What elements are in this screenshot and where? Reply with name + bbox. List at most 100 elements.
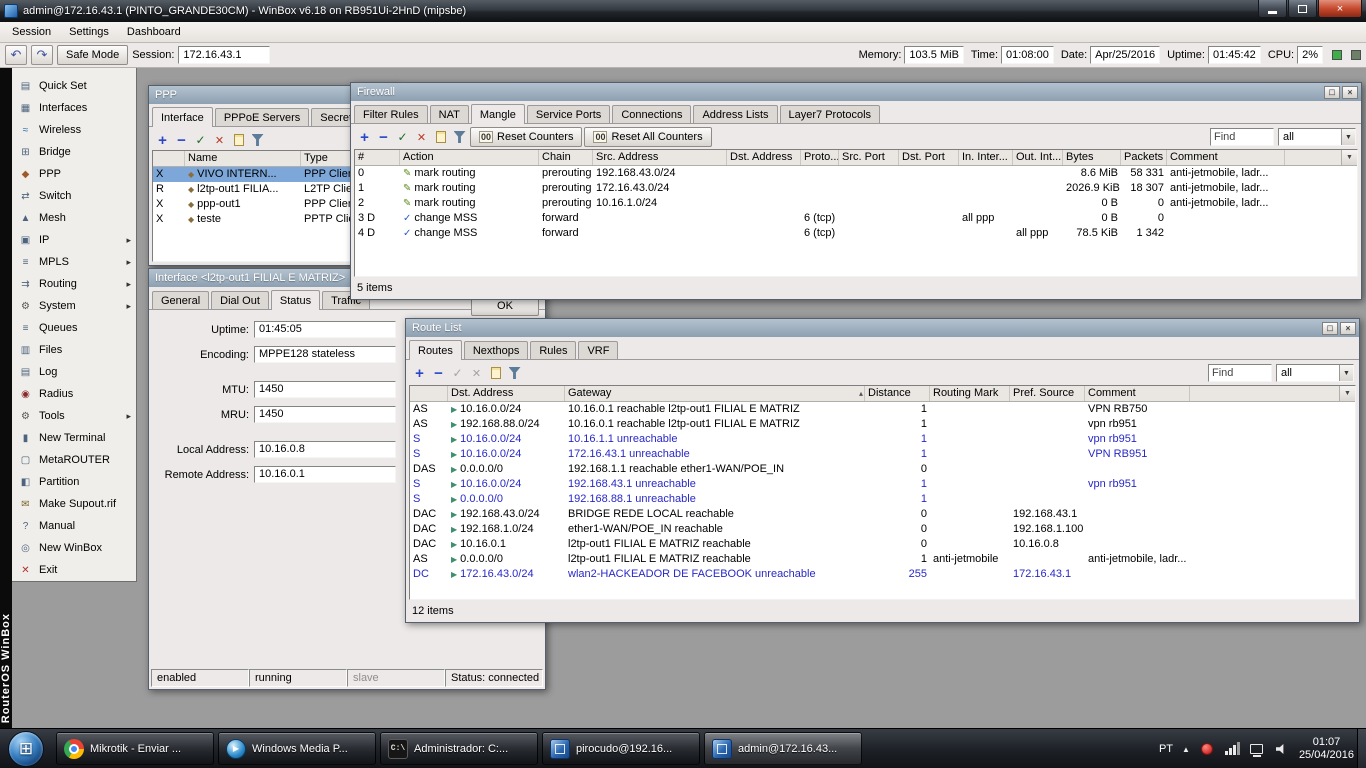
add-button[interactable]: + xyxy=(411,364,428,382)
firewall-col-comment[interactable]: Comment xyxy=(1167,150,1285,165)
restore-icon[interactable]: □ xyxy=(1324,86,1340,99)
safe-mode-button[interactable]: Safe Mode xyxy=(57,45,128,65)
route-col-pref-source[interactable]: Pref. Source xyxy=(1010,386,1085,401)
sidebar-item-mpls[interactable]: ≡MPLS▸ xyxy=(12,251,136,273)
filter-button[interactable] xyxy=(451,128,468,146)
taskbar-button-windows-media-p[interactable]: ▶Windows Media P... xyxy=(218,732,376,765)
sidebar-item-make-supout-rif[interactable]: ✉Make Supout.rif xyxy=(12,493,136,515)
disable-button[interactable]: ✕ xyxy=(211,131,228,149)
sidebar-item-partition[interactable]: ◧Partition xyxy=(12,471,136,493)
sidebar-item-manual[interactable]: ?Manual xyxy=(12,515,136,537)
comment-button[interactable] xyxy=(432,128,449,146)
minimize-button[interactable] xyxy=(1258,0,1287,18)
dropdown-icon[interactable]: ▼ xyxy=(1341,129,1355,145)
route-col-dst-address[interactable]: Dst. Address xyxy=(448,386,565,401)
taskbar-button-administrador-c[interactable]: C:\Administrador: C:... xyxy=(380,732,538,765)
route-row[interactable]: DAC▶192.168.1.0/24ether1-WAN/POE_IN reac… xyxy=(410,522,1355,537)
filter-button[interactable] xyxy=(506,364,523,382)
menu-item-dashboard[interactable]: Dashboard xyxy=(118,24,190,40)
interface-tab-general[interactable]: General xyxy=(152,291,209,309)
reset-counters-button[interactable]: 00 Reset Counters xyxy=(470,127,582,147)
firewall-col-bytes[interactable]: Bytes xyxy=(1063,150,1121,165)
tray-expand-icon[interactable]: ▲ xyxy=(1182,745,1190,754)
route-tab-rules[interactable]: Rules xyxy=(530,341,576,359)
remove-button[interactable]: − xyxy=(173,131,190,149)
enable-button[interactable]: ✓ xyxy=(192,131,209,149)
volume-icon[interactable] xyxy=(1274,741,1290,757)
route-row[interactable]: AS▶0.0.0.0/0l2tp-out1 FILIAL E MATRIZ re… xyxy=(410,552,1355,567)
enable-button[interactable]: ✓ xyxy=(394,128,411,146)
route-row[interactable]: DAS▶0.0.0.0/0192.168.1.1 reachable ether… xyxy=(410,462,1355,477)
firewall-rule-row[interactable]: 4 D✓change MSSforward6 (tcp)all ppp78.5 … xyxy=(355,226,1357,241)
ppp-tab-interface[interactable]: Interface xyxy=(152,107,213,127)
comment-button[interactable] xyxy=(230,131,247,149)
menu-item-session[interactable]: Session xyxy=(3,24,60,40)
language-indicator[interactable]: PT xyxy=(1159,743,1173,755)
notification-app-icon[interactable] xyxy=(1199,741,1215,757)
sidebar-item-bridge[interactable]: ⊞Bridge xyxy=(12,141,136,163)
sidebar-item-new-terminal[interactable]: ▮New Terminal xyxy=(12,427,136,449)
route-row[interactable]: S▶10.16.0.0/2410.16.1.1 unreachable1vpn … xyxy=(410,432,1355,447)
undo-button[interactable]: ↶ xyxy=(5,45,27,65)
firewall-tab-service-ports[interactable]: Service Ports xyxy=(527,105,610,123)
firewall-rule-row[interactable]: 3 D✓change MSSforward6 (tcp)all ppp0 B0 xyxy=(355,211,1357,226)
firewall-col-dst-port[interactable]: Dst. Port xyxy=(899,150,959,165)
restore-icon[interactable]: □ xyxy=(1322,322,1338,335)
firewall-col-out-int[interactable]: Out. Int... xyxy=(1013,150,1063,165)
disable-button[interactable]: ✕ xyxy=(413,128,430,146)
firewall-col-dst-address[interactable]: Dst. Address xyxy=(727,150,801,165)
sidebar-item-ip[interactable]: ▣IP▸ xyxy=(12,229,136,251)
reset-all-counters-button[interactable]: 00 Reset All Counters xyxy=(584,127,711,147)
menu-item-settings[interactable]: Settings xyxy=(60,24,118,40)
interface-tab-status[interactable]: Status xyxy=(271,290,320,310)
firewall-tab-filter-rules[interactable]: Filter Rules xyxy=(354,105,428,123)
taskbar-clock[interactable]: 01:07 25/04/2016 xyxy=(1299,736,1354,762)
enable-button[interactable]: ✓ xyxy=(449,364,466,382)
remove-button[interactable]: − xyxy=(375,128,392,146)
route-find-input[interactable] xyxy=(1208,364,1272,382)
filter-button[interactable] xyxy=(249,131,266,149)
maximize-button[interactable] xyxy=(1288,0,1317,18)
route-col-comment[interactable]: Comment xyxy=(1085,386,1190,401)
firewall-col-src-port[interactable]: Src. Port xyxy=(839,150,899,165)
sidebar-item-exit[interactable]: ✕Exit xyxy=(12,559,136,581)
route-col-gateway[interactable]: Gateway▴ xyxy=(565,386,865,401)
comment-button[interactable] xyxy=(487,364,504,382)
close-window-icon[interactable]: × xyxy=(1342,86,1358,99)
sidebar-item-quick-set[interactable]: ▤Quick Set xyxy=(12,75,136,97)
dropdown-icon[interactable]: ▼ xyxy=(1339,365,1353,381)
route-row[interactable]: AS▶10.16.0.0/2410.16.0.1 reachable l2tp-… xyxy=(410,402,1355,417)
firewall-col-proto[interactable]: Proto... xyxy=(801,150,839,165)
route-row[interactable]: DAC▶192.168.43.0/24BRIDGE REDE LOCAL rea… xyxy=(410,507,1355,522)
column-select-icon[interactable]: ▼ xyxy=(1339,386,1355,401)
sidebar-item-tools[interactable]: ⚙Tools▸ xyxy=(12,405,136,427)
firewall-col-in-inter[interactable]: In. Inter... xyxy=(959,150,1013,165)
network-signal-icon[interactable] xyxy=(1224,741,1240,757)
firewall-tab-layer7-protocols[interactable]: Layer7 Protocols xyxy=(780,105,881,123)
firewall-col-chain[interactable]: Chain xyxy=(539,150,593,165)
route-col-distance[interactable]: Distance xyxy=(865,386,930,401)
remove-button[interactable]: − xyxy=(430,364,447,382)
firewall-rule-row[interactable]: 0✎mark routingprerouting192.168.43.0/248… xyxy=(355,166,1357,181)
route-row[interactable]: DC▶172.16.43.0/24wlan2-HACKEADOR DE FACE… xyxy=(410,567,1355,582)
firewall-tab-nat[interactable]: NAT xyxy=(430,105,469,123)
firewall-rule-row[interactable]: 2✎mark routingprerouting10.16.1.0/240 B0… xyxy=(355,196,1357,211)
redo-button[interactable]: ↷ xyxy=(31,45,53,65)
route-tab-vrf[interactable]: VRF xyxy=(578,341,618,359)
route-row[interactable]: S▶0.0.0.0/0192.168.88.1 unreachable1 xyxy=(410,492,1355,507)
start-button[interactable]: ⊞ xyxy=(8,731,44,767)
sidebar-item-new-winbox[interactable]: ◎New WinBox xyxy=(12,537,136,559)
close-window-icon[interactable]: × xyxy=(1340,322,1356,335)
route-row[interactable]: AS▶192.168.88.0/2410.16.0.1 reachable l2… xyxy=(410,417,1355,432)
session-value[interactable]: 172.16.43.1 xyxy=(178,46,270,64)
add-button[interactable]: + xyxy=(356,128,373,146)
ppp-col-name[interactable]: Name xyxy=(185,151,301,166)
taskbar-button-admin-172-16-43[interactable]: admin@172.16.43... xyxy=(704,732,862,765)
firewall-tab-address-lists[interactable]: Address Lists xyxy=(693,105,777,123)
route-tab-routes[interactable]: Routes xyxy=(409,340,462,360)
sidebar-item-interfaces[interactable]: ▦Interfaces xyxy=(12,97,136,119)
sidebar-item-mesh[interactable]: ▲Mesh xyxy=(12,207,136,229)
add-button[interactable]: + xyxy=(154,131,171,149)
sidebar-item-ppp[interactable]: ◆PPP xyxy=(12,163,136,185)
firewall-find-input[interactable] xyxy=(1210,128,1274,146)
